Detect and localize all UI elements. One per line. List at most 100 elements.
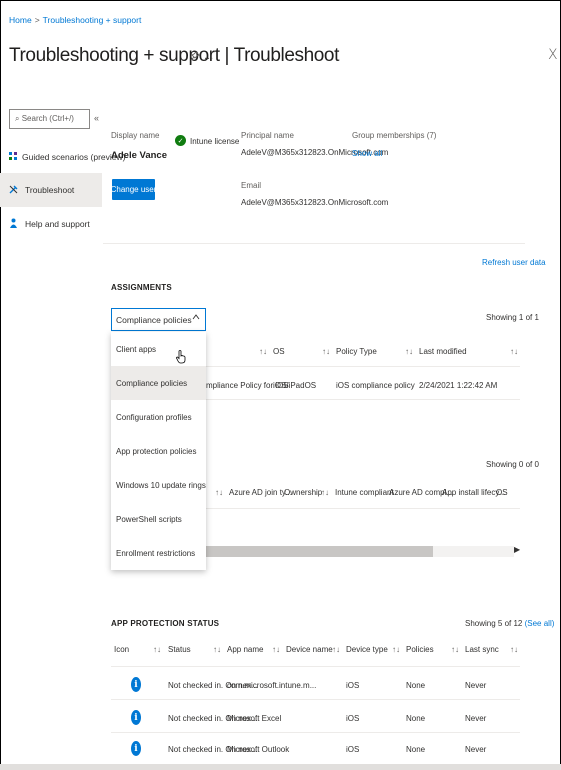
column-policy-type[interactable]: Policy Type [336, 347, 377, 356]
person-help-icon [9, 218, 21, 230]
breadcrumb-current[interactable]: Troubleshooting + support [43, 15, 142, 25]
sort-icon[interactable]: ↑↓ [451, 645, 459, 654]
chevron-up-icon [192, 313, 200, 323]
sort-icon[interactable]: ↑↓ [510, 347, 518, 356]
assignments-count: Showing 1 of 1 [486, 313, 539, 322]
scroll-right-icon[interactable]: ▶ [514, 545, 520, 554]
last-sync-cell: Never [465, 745, 487, 754]
sort-icon[interactable]: ↑↓ [510, 645, 518, 654]
menu-item-compliance-policies[interactable]: Compliance policies [111, 366, 206, 400]
column-device-name[interactable]: Device name [286, 645, 333, 654]
breadcrumb-home[interactable]: Home [9, 15, 32, 25]
assignment-type-menu: Client apps Compliance policies Configur… [111, 332, 206, 570]
email-value: AdeleV@M365x312823.OnMicrosoft.com [241, 198, 389, 207]
dropdown-value: Compliance policies [116, 315, 192, 325]
info-icon: i [131, 710, 141, 725]
wrench-icon [9, 185, 21, 196]
column-last-sync[interactable]: Last sync [465, 645, 499, 654]
sort-icon[interactable]: ↑↓ [259, 347, 267, 356]
app-protection-count: Showing 5 of 12 (See all) [465, 619, 554, 628]
column-device-type[interactable]: Device type [346, 645, 388, 654]
search-input[interactable]: ⌕ Search (Ctrl+/) [9, 109, 90, 129]
bottom-scrollbar[interactable] [0, 764, 561, 770]
page-title-main: Troubleshooting + support [9, 45, 220, 66]
menu-item-enrollment-restrictions[interactable]: Enrollment restrictions [111, 536, 206, 570]
collapse-sidebar-icon[interactable]: « [94, 113, 99, 123]
sidebar-item-troubleshoot[interactable]: Troubleshoot [0, 173, 102, 207]
column-azure-ad-join[interactable]: Azure AD join ty... [229, 488, 292, 497]
menu-item-label: Enrollment restrictions [116, 548, 196, 558]
refresh-user-data-link[interactable]: Refresh user data [482, 258, 546, 267]
group-memberships-label: Group memberships (7) [352, 131, 437, 140]
close-icon[interactable]: X [548, 47, 558, 63]
pin-icon[interactable] [190, 51, 200, 64]
sort-icon[interactable]: ↑↓ [215, 488, 223, 497]
change-user-button[interactable]: Change user [111, 179, 156, 200]
menu-item-configuration-profiles[interactable]: Configuration profiles [111, 400, 206, 434]
assignment-type-dropdown[interactable]: Compliance policies [111, 308, 206, 331]
sort-icon[interactable]: ↑↓ [322, 347, 330, 356]
last-sync-cell: Never [465, 681, 487, 690]
sidebar-item-label: Troubleshoot [25, 185, 75, 195]
hand-cursor-icon [176, 350, 187, 366]
menu-item-label: Compliance policies [116, 378, 188, 388]
sort-icon[interactable]: ↑↓ [405, 347, 413, 356]
divider [206, 508, 520, 509]
show-all-groups-link[interactable]: Show all [352, 149, 382, 158]
menu-item-windows10-update-rings[interactable]: Windows 10 update rings [111, 468, 206, 502]
sort-icon[interactable]: ↑↓ [321, 488, 329, 497]
sort-icon[interactable]: ↑↓ [153, 645, 161, 654]
divider [111, 699, 520, 700]
principal-name-label: Principal name [241, 131, 294, 140]
sidebar-item-guided-scenarios[interactable]: Guided scenarios (preview) [0, 140, 125, 174]
check-icon: ✓ [175, 135, 186, 146]
license-status: Intune license [190, 137, 240, 146]
sort-icon[interactable]: ↑↓ [332, 645, 340, 654]
column-last-modified[interactable]: Last modified [419, 347, 467, 356]
menu-item-app-protection-policies[interactable]: App protection policies [111, 434, 206, 468]
app-name-cell[interactable]: Microsoft Excel [227, 714, 281, 723]
divider [206, 399, 520, 400]
menu-item-label: Windows 10 update rings [116, 480, 206, 490]
column-app-name[interactable]: App name [227, 645, 263, 654]
search-placeholder: Search (Ctrl+/) [21, 114, 74, 123]
menu-item-client-apps[interactable]: Client apps [111, 332, 206, 366]
display-name-label: Display name [111, 131, 160, 140]
column-os[interactable]: OS [273, 347, 285, 356]
see-all-link[interactable]: (See all) [525, 619, 555, 628]
info-icon: i [131, 677, 141, 692]
column-intune-compliant[interactable]: Intune compliant [335, 488, 394, 497]
column-policies[interactable]: Policies [406, 645, 434, 654]
last-modified-cell: 2/24/2021 1:22:42 AM [419, 381, 498, 390]
column-icon: Icon [114, 645, 130, 654]
policies-cell: None [406, 745, 426, 754]
sort-icon[interactable]: ↑↓ [392, 645, 400, 654]
devices-count: Showing 0 of 0 [486, 460, 539, 469]
divider [111, 666, 520, 667]
app-name-cell[interactable]: Microsoft Outlook [227, 745, 289, 754]
page-title: Troubleshooting + support | Troubleshoot [9, 45, 339, 67]
divider [103, 243, 525, 244]
device-type-cell: iOS [346, 714, 360, 723]
email-label: Email [241, 181, 262, 190]
menu-item-powershell-scripts[interactable]: PowerShell scripts [111, 502, 206, 536]
sidebar-item-label: Guided scenarios (preview) [22, 152, 126, 162]
sidebar-item-help-support[interactable]: Help and support [0, 207, 102, 241]
search-icon: ⌕ [15, 114, 20, 123]
sort-icon[interactable]: ↑↓ [213, 645, 221, 654]
last-sync-cell: Never [465, 714, 487, 723]
app-name-cell[interactable]: com.microsoft.intune.m... [227, 681, 316, 690]
breadcrumb-separator: > [34, 15, 40, 25]
policies-cell: None [406, 714, 426, 723]
more-icon[interactable]: ... [204, 50, 213, 62]
title-divider: | [224, 45, 230, 66]
column-ownership[interactable]: Ownership [284, 488, 322, 497]
menu-item-label: Configuration profiles [116, 412, 192, 422]
app-protection-showing: Showing 5 of 12 [465, 619, 523, 628]
app-protection-heading: APP PROTECTION STATUS [111, 619, 220, 628]
sort-icon[interactable]: ↑↓ [272, 645, 280, 654]
column-os[interactable]: OS [496, 488, 508, 497]
column-status[interactable]: Status [168, 645, 191, 654]
scrollbar-thumb[interactable] [206, 546, 433, 557]
menu-item-label: App protection policies [116, 446, 197, 456]
